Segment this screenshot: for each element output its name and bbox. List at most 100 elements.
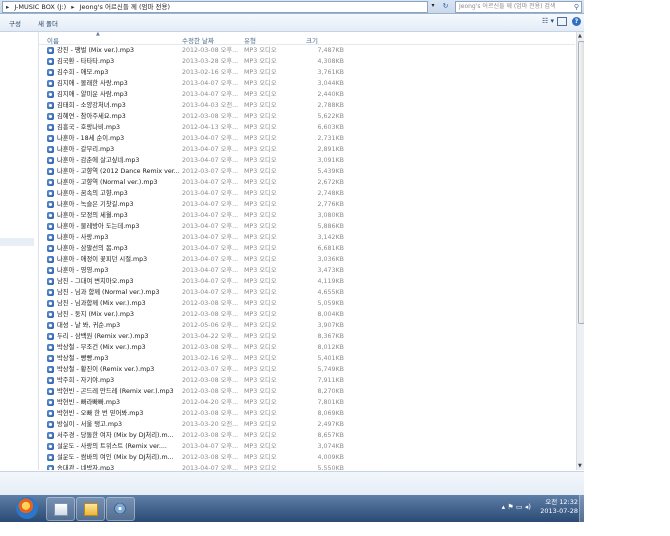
file-row[interactable]: 남진 - 님과 함께 (Normal ver.).mp3 2013-04-07 오… <box>39 287 575 298</box>
file-row[interactable]: 김국환 - 타타타.mp3 2013-03-28 오후... MP3 오디오 4,30… <box>39 56 575 67</box>
search-icon[interactable]: ⚲ <box>574 2 579 12</box>
file-name[interactable]: 박현빈 - 오빠 한 번 믿어봐.mp3 <box>57 408 181 419</box>
file-row[interactable]: 설운도 - 사랑의 트위스트 (Remix ver.... 2013-04-07 … <box>39 441 575 452</box>
file-name[interactable]: 남진 - 그대여 변치마오.mp3 <box>57 276 181 287</box>
file-name[interactable]: 박현빈 - 빠라빠빠.mp3 <box>57 397 181 408</box>
file-name[interactable]: 강진 - 땡벌 (Mix ver.).mp3 <box>57 45 181 56</box>
file-name[interactable]: 박상철 - 황진이 (Remix ver.).mp3 <box>57 364 181 375</box>
file-name[interactable]: 김수희 - 애모.mp3 <box>57 67 181 78</box>
file-row[interactable]: 박상철 - 무조건 (Mix ver.).mp3 2012-03-08 오후...… <box>39 342 575 353</box>
new-folder-button[interactable]: 새 폴더 <box>38 18 58 28</box>
address-bar[interactable]: ▸ J-MUSIC BOX (J:) ▸ Jeong's 어르신들 께 (엄마 … <box>2 1 428 13</box>
search-input[interactable]: Jeong's 어르신들 께 (엄마 전용) 검색 ⚲ <box>455 1 582 13</box>
file-row[interactable]: 서주경 - 당돌한 여자 (Mix by DJ처리).m... 2012-03-0… <box>39 430 575 441</box>
file-name[interactable]: 나훈아 - 사랑.mp3 <box>57 232 181 243</box>
file-row[interactable]: 강진 - 땡벌 (Mix ver.).mp3 2012-03-08 오후... MP… <box>39 45 575 56</box>
column-header-date[interactable]: 수정한 날짜 <box>182 35 214 45</box>
file-row[interactable]: 나훈아 - 모정의 세월.mp3 2013-04-07 오후... MP3 오디오 3… <box>39 210 575 221</box>
file-name[interactable]: 설운도 - 사랑의 트위스트 (Remix ver.... <box>57 441 181 452</box>
file-name[interactable]: 김태희 - 소양강처녀.mp3 <box>57 100 181 111</box>
file-name[interactable]: 나훈아 - 애정이 꽃피던 시절.mp3 <box>57 254 181 265</box>
file-name[interactable]: 송대관 - 네박자.mp3 <box>57 463 181 470</box>
refresh-icon[interactable]: ↻ <box>440 1 451 11</box>
file-row[interactable]: 김지애 - 몰래한 사랑.mp3 2013-04-07 오후... MP3 오디오 3… <box>39 78 575 89</box>
scroll-down-icon[interactable]: ▼ <box>578 463 582 469</box>
file-row[interactable]: 나훈아 - 삼팔선의 봄.mp3 2013-04-07 오후... MP3 오디오 6… <box>39 243 575 254</box>
file-name[interactable]: 두리 - 삼백원 (Remix ver.).mp3 <box>57 331 181 342</box>
scroll-up-icon[interactable]: ▲ <box>578 33 582 39</box>
file-name[interactable]: 나훈아 - 18세 순이.mp3 <box>57 133 181 144</box>
file-name[interactable]: 남진 - 님과함께 (Mix ver.).mp3 <box>57 298 181 309</box>
file-row[interactable]: 나훈아 - 꿈속의 고향.mp3 2013-04-07 오후... MP3 오디오 2… <box>39 188 575 199</box>
file-name[interactable]: 방실이 - 서울 탱고.mp3 <box>57 419 181 430</box>
file-name[interactable]: 남진 - 둥지 (Mix ver.).mp3 <box>57 309 181 320</box>
file-name[interactable]: 박현빈 - 곤드레 만드레 (Remix ver.).mp3 <box>57 386 181 397</box>
breadcrumb-folder[interactable]: Jeong's 어르신들 께 (엄마 전용) <box>80 3 170 11</box>
organize-button[interactable]: 구성 <box>9 18 21 28</box>
file-name[interactable]: 김흥국 - 호랑나비.mp3 <box>57 122 181 133</box>
file-name[interactable]: 나훈아 - 감춘에 살고싶네.mp3 <box>57 155 181 166</box>
file-name[interactable]: 나훈아 - 녹슬은 기찻길.mp3 <box>57 199 181 210</box>
file-row[interactable]: 두리 - 삼백원 (Remix ver.).mp3 2013-04-22 오후..… <box>39 331 575 342</box>
navigation-pane[interactable] <box>0 32 39 470</box>
show-desktop-button[interactable] <box>579 495 584 522</box>
file-name[interactable]: 김국환 - 타타타.mp3 <box>57 56 181 67</box>
file-row[interactable]: 나훈아 - 물레방아 도는데.mp3 2013-04-07 오후... MP3 오디… <box>39 221 575 232</box>
file-row[interactable]: 방실이 - 서울 탱고.mp3 2013-03-20 오전... MP3 오디오 2,… <box>39 419 575 430</box>
file-row[interactable]: 나훈아 - 녹슬은 기찻길.mp3 2013-04-07 오후... MP3 오디오… <box>39 199 575 210</box>
view-options-icon[interactable]: ☷ ▾ <box>542 17 554 25</box>
file-row[interactable]: 대성 - 날 봐, 귀순.mp3 2012-05-06 오후... MP3 오디오 3… <box>39 320 575 331</box>
taskbar-app-explorer[interactable] <box>76 497 105 521</box>
file-row[interactable]: 나훈아 - 갈무리.mp3 2013-04-07 오후... MP3 오디오 2,89… <box>39 144 575 155</box>
file-name[interactable]: 박주희 - 자기야.mp3 <box>57 375 181 386</box>
file-row[interactable]: 나훈아 - 영영.mp3 2013-04-07 오후... MP3 오디오 3,473… <box>39 265 575 276</box>
file-row[interactable]: 박현빈 - 곤드레 만드레 (Remix ver.).mp3 2012-03-08… <box>39 386 575 397</box>
column-header-size[interactable]: 크기 <box>306 35 318 45</box>
file-row[interactable]: 설운도 - 쌈바의 여인 (Mix by DJ처리).m... 2012-03-0… <box>39 452 575 463</box>
scrollbar-thumb[interactable] <box>578 41 584 324</box>
file-row[interactable]: 박주희 - 자기야.mp3 2012-03-08 오후... MP3 오디오 7,91… <box>39 375 575 386</box>
file-row[interactable]: 김지애 - 얄미운 사람.mp3 2013-04-07 오후... MP3 오디오 2… <box>39 89 575 100</box>
file-name[interactable]: 박상철 - 빵빵.mp3 <box>57 353 181 364</box>
file-name[interactable]: 나훈아 - 삼팔선의 봄.mp3 <box>57 243 181 254</box>
file-row[interactable]: 송대관 - 네박자.mp3 2013-04-07 오후... MP3 오디오 5,55… <box>39 463 575 470</box>
file-list[interactable]: ▲ 이름 수정한 날짜 유형 크기 강진 - 땡벌 (Mix ver.).mp3… <box>39 32 575 470</box>
file-row[interactable]: 나훈아 - 18세 순이.mp3 2013-04-07 오후... MP3 오디오 2… <box>39 133 575 144</box>
help-icon[interactable]: ? <box>572 17 581 26</box>
file-row[interactable]: 남진 - 그대여 변치마오.mp3 2013-04-07 오후... MP3 오디오… <box>39 276 575 287</box>
file-name[interactable]: 나훈아 - 고향역 (Normal ver.).mp3 <box>57 177 181 188</box>
clock-date[interactable]: 2013-07-28 <box>540 507 578 516</box>
file-name[interactable]: 대성 - 날 봐, 귀순.mp3 <box>57 320 181 331</box>
breadcrumb-drive[interactable]: J-MUSIC BOX (J:) <box>14 3 66 11</box>
clock-time[interactable]: 오전 12:32 <box>540 498 578 507</box>
file-row[interactable]: 남진 - 님과함께 (Mix ver.).mp3 2012-03-08 오후...… <box>39 298 575 309</box>
taskbar-app-media[interactable] <box>106 497 135 521</box>
vertical-scrollbar[interactable]: ▲ ▼ <box>576 32 584 470</box>
column-header-name[interactable]: 이름 <box>47 35 59 45</box>
file-row[interactable]: 박현빈 - 빠라빠빠.mp3 2012-04-20 오후... MP3 오디오 7,8… <box>39 397 575 408</box>
file-name[interactable]: 나훈아 - 고향역 (2012 Dance Remix ver... <box>57 166 181 177</box>
file-name[interactable]: 나훈아 - 갈무리.mp3 <box>57 144 181 155</box>
file-row[interactable]: 나훈아 - 감춘에 살고싶네.mp3 2013-04-07 오후... MP3 오디… <box>39 155 575 166</box>
file-name[interactable]: 김지애 - 얄미운 사람.mp3 <box>57 89 181 100</box>
file-row[interactable]: 박상철 - 황진이 (Remix ver.).mp3 2012-03-07 오후.… <box>39 364 575 375</box>
file-row[interactable]: 박상철 - 빵빵.mp3 2013-02-16 오후... MP3 오디오 5,401… <box>39 353 575 364</box>
file-row[interactable]: 나훈아 - 애정이 꽃피던 시절.mp3 2013-04-07 오후... MP3 … <box>39 254 575 265</box>
file-name[interactable]: 박상철 - 무조건 (Mix ver.).mp3 <box>57 342 181 353</box>
file-name[interactable]: 나훈아 - 물레방아 도는데.mp3 <box>57 221 181 232</box>
taskbar-app-notepad[interactable] <box>46 497 75 521</box>
file-name[interactable]: 김지애 - 몰래한 사랑.mp3 <box>57 78 181 89</box>
file-name[interactable]: 남진 - 님과 함께 (Normal ver.).mp3 <box>57 287 181 298</box>
file-row[interactable]: 나훈아 - 고향역 (Normal ver.).mp3 2013-04-07 오후… <box>39 177 575 188</box>
file-row[interactable]: 김흥국 - 호랑나비.mp3 2012-04-13 오후... MP3 오디오 6,6… <box>39 122 575 133</box>
file-row[interactable]: 나훈아 - 고향역 (2012 Dance Remix ver... 2012-0… <box>39 166 575 177</box>
file-name[interactable]: 나훈아 - 꿈속의 고향.mp3 <box>57 188 181 199</box>
file-row[interactable]: 김태희 - 소양강처녀.mp3 2013-04-03 오전... MP3 오디오 2,… <box>39 100 575 111</box>
file-row[interactable]: 김혜연 - 참아주세요.mp3 2012-03-08 오후... MP3 오디오 5,… <box>39 111 575 122</box>
file-name[interactable]: 설운도 - 쌈바의 여인 (Mix by DJ처리).m... <box>57 452 181 463</box>
file-row[interactable]: 김수희 - 애모.mp3 2013-02-16 오후... MP3 오디오 3,761… <box>39 67 575 78</box>
file-row[interactable]: 나훈아 - 사랑.mp3 2013-04-07 오후... MP3 오디오 3,142… <box>39 232 575 243</box>
file-row[interactable]: 남진 - 둥지 (Mix ver.).mp3 2012-03-08 오후... MP… <box>39 309 575 320</box>
tray-icons[interactable]: ▴ ⚑ ▭ ◂) <box>502 503 531 511</box>
file-row[interactable]: 박현빈 - 오빠 한 번 믿어봐.mp3 2012-03-08 오후... MP3 … <box>39 408 575 419</box>
